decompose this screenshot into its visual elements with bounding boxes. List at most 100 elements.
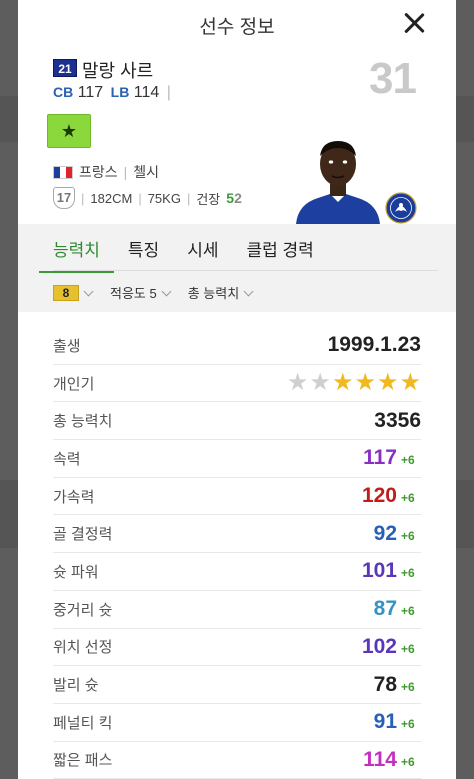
attribute-value: 1999.1.23 bbox=[327, 333, 421, 357]
attribute-bonus: +6 bbox=[401, 453, 415, 468]
attribute-label: 발리 슛 bbox=[53, 677, 99, 695]
attribute-label: 출생 bbox=[53, 337, 81, 355]
position-label: CB bbox=[53, 84, 74, 100]
nation-club-row: 프랑스 | 첼시 bbox=[53, 162, 159, 182]
attribute-value: 114 bbox=[363, 747, 397, 771]
season-badge: 21 bbox=[53, 59, 77, 77]
divider: | bbox=[138, 190, 142, 206]
chevron-down-icon[interactable] bbox=[243, 286, 254, 296]
star-icon: ★ bbox=[331, 369, 354, 397]
attribute-value: 120 bbox=[361, 484, 397, 508]
divider: | bbox=[123, 164, 128, 180]
attribute-label: 골 결정력 bbox=[53, 526, 113, 544]
chevron-down-icon[interactable] bbox=[83, 286, 94, 296]
position-label: LB bbox=[110, 84, 130, 100]
left-foot: 5 bbox=[226, 190, 235, 206]
attribute-bonus: +6 bbox=[401, 604, 415, 619]
attribute-value: 78 bbox=[373, 672, 397, 696]
star-icon: ★ bbox=[399, 369, 421, 397]
tab-club-history[interactable]: 클럽 경력 bbox=[246, 236, 313, 273]
attribute-row: 위치 선정 102 +6 bbox=[53, 629, 421, 667]
attribute-label: 가속력 bbox=[53, 488, 95, 506]
attribute-label: 위치 선정 bbox=[53, 639, 113, 657]
tab-traits[interactable]: 특징 bbox=[128, 236, 159, 273]
modal-title: 선수 정보 bbox=[199, 17, 275, 38]
attribute-value: 101 bbox=[361, 559, 397, 583]
divider: | bbox=[186, 190, 191, 206]
player-profile: 21 말랑 사르 31 CB 117 LB 114 | ★ 프랑스 | 첼시 1… bbox=[18, 46, 456, 256]
position-value: 114 bbox=[133, 84, 160, 101]
tab-bar: 능력치 특징 시세 클럽 경력 bbox=[39, 236, 342, 273]
attribute-bonus: +6 bbox=[401, 679, 415, 694]
attribute-row: 속력 117 +6 bbox=[53, 440, 421, 478]
attribute-list: 출생 1999.1.23 개인기 ★ ★ ★ ★ ★ ★ 총 능력치 3356 속력 11… bbox=[53, 327, 421, 779]
attribute-label: 총 능력치 bbox=[53, 413, 113, 431]
weight: 75KG bbox=[147, 190, 181, 206]
shield-icon: 17 bbox=[53, 187, 75, 209]
adaptability-filter[interactable]: 적응도 5 bbox=[110, 283, 157, 302]
france-flag-icon bbox=[53, 165, 73, 179]
attribute-label: 속력 bbox=[53, 450, 81, 468]
attribute-row-skill-moves: 개인기 ★ ★ ★ ★ ★ ★ bbox=[53, 365, 421, 403]
divider: | bbox=[81, 190, 85, 206]
right-foot: 2 bbox=[234, 190, 242, 206]
overall-rating: 31 bbox=[369, 54, 417, 103]
star-icon: ★ bbox=[376, 369, 399, 397]
skill-stars: ★ ★ ★ ★ ★ ★ bbox=[287, 371, 421, 395]
attribute-label: 슛 파워 bbox=[53, 563, 99, 581]
tabs-section: 능력치 특징 시세 클럽 경력 8 적응도 5 총 능력치 bbox=[18, 224, 456, 312]
divider bbox=[53, 270, 438, 271]
total-stats-filter[interactable]: 총 능력치 bbox=[188, 283, 239, 302]
attribute-value: 3356 bbox=[374, 408, 421, 432]
divider: | bbox=[166, 84, 171, 101]
enhance-filter[interactable]: 8 bbox=[53, 284, 79, 301]
position-ratings: CB 117 LB 114 | bbox=[53, 84, 171, 102]
close-icon[interactable] bbox=[402, 11, 426, 35]
attribute-value: 91 bbox=[373, 710, 397, 734]
attribute-bonus: +6 bbox=[401, 754, 415, 769]
attribute-bonus: +6 bbox=[401, 528, 415, 543]
attribute-value: 87 bbox=[373, 597, 397, 621]
attribute-bonus: +6 bbox=[401, 491, 415, 506]
star-icon: ★ bbox=[309, 369, 331, 397]
chevron-down-icon[interactable] bbox=[161, 286, 172, 296]
attribute-row-birth: 출생 1999.1.23 bbox=[53, 327, 421, 365]
position-value: 117 bbox=[77, 84, 104, 101]
attribute-row: 페널티 킥 91 +6 bbox=[53, 704, 421, 742]
physical-row: 17 | 182CM | 75KG | 건장 52 bbox=[53, 187, 242, 209]
favorite-star-button[interactable]: ★ bbox=[47, 114, 91, 148]
attribute-label: 중거리 슛 bbox=[53, 601, 113, 619]
attribute-bonus: +6 bbox=[401, 641, 415, 656]
attribute-label: 짧은 패스 bbox=[53, 752, 113, 770]
height: 182CM bbox=[90, 190, 133, 206]
filter-bar: 8 적응도 5 총 능력치 bbox=[53, 283, 270, 302]
attribute-value: 92 bbox=[373, 521, 397, 545]
attribute-value: 117 bbox=[363, 446, 397, 470]
attribute-bonus: +6 bbox=[401, 717, 415, 732]
star-icon: ★ bbox=[286, 369, 309, 397]
tab-price[interactable]: 시세 bbox=[187, 236, 218, 273]
attribute-bonus: +6 bbox=[401, 566, 415, 581]
foot-icon: 52 bbox=[226, 190, 242, 206]
nation-name: 프랑스 bbox=[79, 164, 118, 180]
health-label: 건장 bbox=[196, 191, 221, 207]
club-name: 첼시 bbox=[133, 164, 160, 180]
attribute-row: 발리 슛 78 +6 bbox=[53, 666, 421, 704]
attribute-row: 짧은 패스 114 +6 bbox=[53, 742, 421, 779]
attribute-value: 102 bbox=[361, 634, 397, 658]
attribute-label: 개인기 bbox=[53, 375, 95, 393]
chelsea-crest-icon bbox=[385, 192, 417, 224]
tab-stats[interactable]: 능력치 bbox=[39, 236, 114, 273]
star-icon: ★ bbox=[60, 121, 78, 141]
attribute-row: 골 결정력 92 +6 bbox=[53, 515, 421, 554]
player-photo bbox=[296, 141, 380, 224]
attribute-row: 슛 파워 101 +6 bbox=[53, 553, 421, 591]
player-info-modal: 선수 정보 21 말랑 사르 31 CB 117 LB 114 | ★ 프랑스 … bbox=[18, 0, 456, 779]
player-name: 말랑 사르 bbox=[82, 61, 154, 81]
modal-header: 선수 정보 bbox=[18, 0, 456, 46]
attribute-row: 중거리 슛 87 +6 bbox=[53, 591, 421, 629]
star-icon: ★ bbox=[354, 369, 376, 397]
attribute-row: 가속력 120 +6 bbox=[53, 478, 421, 516]
attribute-row-total: 총 능력치 3356 bbox=[53, 402, 421, 441]
attribute-label: 페널티 킥 bbox=[53, 714, 113, 732]
